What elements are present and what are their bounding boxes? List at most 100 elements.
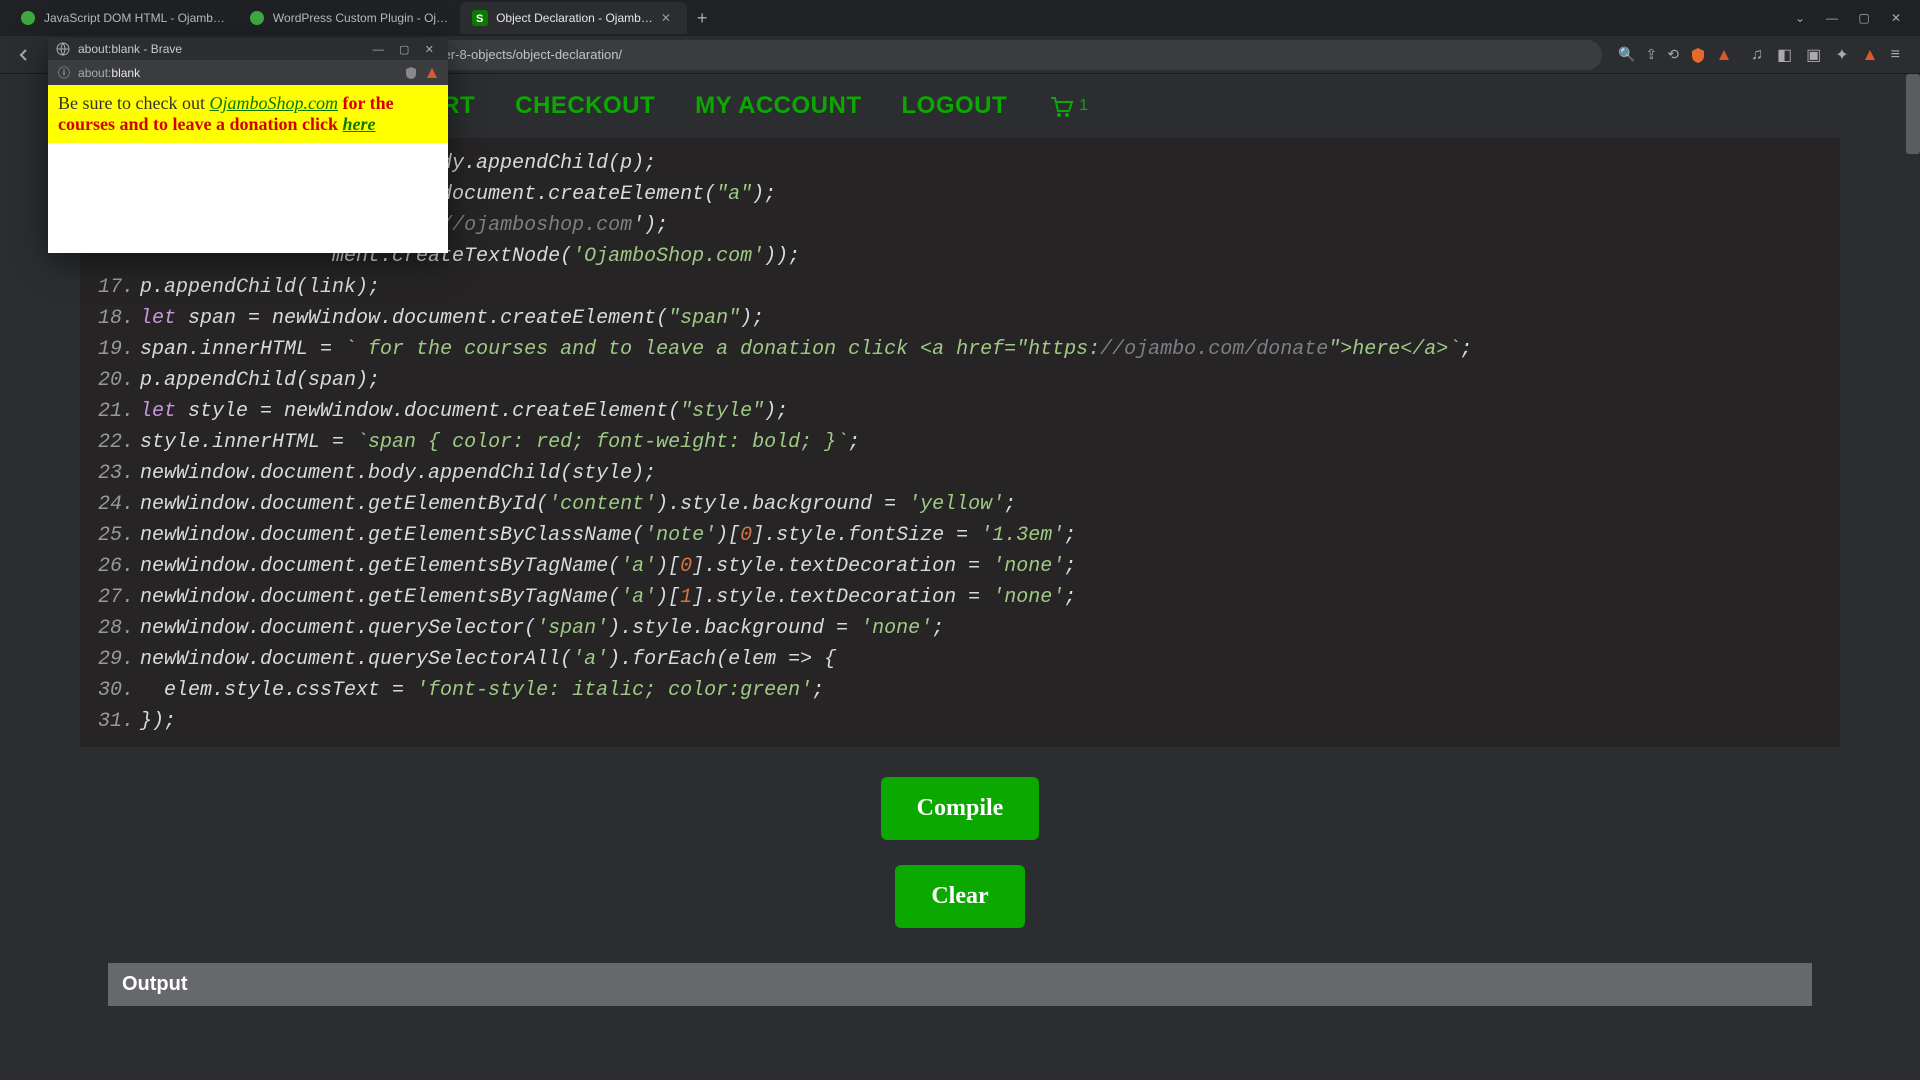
new-tab-button[interactable]: + (687, 8, 718, 29)
browser-tab[interactable]: JavaScript DOM HTML - Ojamb… (8, 2, 237, 34)
code-line: 20.p.appendChild(span); (80, 365, 1840, 396)
code-line: 17.p.appendChild(link); (80, 272, 1840, 303)
line-number: 21. (90, 396, 140, 427)
menu-icon[interactable]: ≡ (1891, 46, 1900, 64)
url-tool-icons: 🔍 ⇪ ⟲ (1610, 46, 1739, 64)
sidebar-icon[interactable]: ◧ (1777, 45, 1792, 65)
button-row: Clear (0, 855, 1920, 943)
popup-window-controls: ― ▢ ✕ (367, 42, 440, 56)
code-line: 22.style.innerHTML = `span { color: red;… (80, 427, 1840, 458)
line-number: 19. (90, 334, 140, 365)
globe-icon (56, 42, 70, 56)
code-text: span.innerHTML = ` for the courses and t… (140, 334, 1472, 365)
code-line: 24.newWindow.document.getElementById('co… (80, 489, 1840, 520)
line-number: 17. (90, 272, 140, 303)
nav-logout[interactable]: LOGOUT (902, 92, 1008, 120)
popup-title: about:blank - Brave (78, 42, 182, 56)
code-line: 28.newWindow.document.querySelector('spa… (80, 613, 1840, 644)
code-text: newWindow.document.getElementsByTagName(… (140, 551, 1076, 582)
shield-icon[interactable] (1689, 46, 1707, 64)
cart-icon[interactable]: 1 (1047, 93, 1088, 119)
code-line: 21.let style = newWindow.document.create… (80, 396, 1840, 427)
code-text: p.appendChild(span); (140, 365, 380, 396)
popup-window: about:blank - Brave ― ▢ ✕ ⓘ about:blank … (48, 38, 448, 253)
line-number: 29. (90, 644, 140, 675)
code-text: newWindow.document.getElementsByClassNam… (140, 520, 1076, 551)
code-line: 23.newWindow.document.body.appendChild(s… (80, 458, 1840, 489)
code-text: p.appendChild(link); (140, 272, 380, 303)
code-line: 25.newWindow.document.getElementsByClass… (80, 520, 1840, 551)
code-line: 30. elem.style.cssText = 'font-style: it… (80, 675, 1840, 706)
code-text: let span = newWindow.document.createElem… (140, 303, 764, 334)
code-text: let style = newWindow.document.createEle… (140, 396, 788, 427)
code-line: 31.}); (80, 706, 1840, 737)
tab-label: Object Declaration - Ojamb… (496, 11, 653, 25)
nav-checkout[interactable]: CHECKOUT (515, 92, 655, 120)
popup-note-prefix: Be sure to check out (58, 93, 209, 113)
line-number: 24. (90, 489, 140, 520)
output-label: Output (122, 973, 188, 995)
browser-tab-strip: JavaScript DOM HTML - Ojamb… WordPress C… (0, 0, 1920, 36)
code-text: newWindow.document.getElementsByTagName(… (140, 582, 1076, 613)
code-text: newWindow.document.querySelectorAll('a')… (140, 644, 836, 675)
line-number: 18. (90, 303, 140, 334)
browser-right-icons: ♫ ◧ ▣ ✦ ≡ (1739, 45, 1912, 65)
code-line: 19.span.innerHTML = ` for the courses an… (80, 334, 1840, 365)
popup-content: Be sure to check out OjamboShop.com for … (48, 85, 448, 143)
code-line: 18.let span = newWindow.document.createE… (80, 303, 1840, 334)
line-number: 20. (90, 365, 140, 396)
cart-count: 1 (1079, 97, 1088, 115)
svg-text:S: S (476, 13, 483, 25)
share-icon[interactable]: ⇪ (1646, 46, 1658, 63)
info-icon[interactable]: ⓘ (58, 64, 70, 81)
vertical-scrollbar[interactable] (1906, 74, 1920, 1080)
scrollbar-thumb[interactable] (1906, 74, 1920, 154)
nav-account[interactable]: MY ACCOUNT (695, 92, 861, 120)
code-text: style.innerHTML = `span { color: red; fo… (140, 427, 860, 458)
back-icon[interactable] (8, 47, 40, 63)
line-number: 25. (90, 520, 140, 551)
code-text: newWindow.document.body.appendChild(styl… (140, 458, 656, 489)
favicon-icon: S (472, 10, 488, 26)
code-text: newWindow.document.getElementById('conte… (140, 489, 1016, 520)
line-number: 30. (90, 675, 140, 706)
brave-icon[interactable] (1717, 48, 1731, 62)
line-number: 28. (90, 613, 140, 644)
rss-icon[interactable]: ⟲ (1667, 46, 1679, 63)
code-text: newWindow.document.querySelector('span')… (140, 613, 944, 644)
line-number: 27. (90, 582, 140, 613)
maximize-icon[interactable]: ▢ (393, 44, 415, 56)
brave-icon[interactable] (1863, 48, 1877, 62)
clear-button[interactable]: Clear (895, 865, 1024, 928)
button-row: Compile (0, 747, 1920, 855)
popup-link-here[interactable]: here (343, 114, 376, 134)
code-line: 29.newWindow.document.querySelectorAll('… (80, 644, 1840, 675)
shield-icon[interactable] (404, 66, 418, 80)
tab-label: WordPress Custom Plugin - Oj… (273, 11, 448, 25)
line-number: 31. (90, 706, 140, 737)
close-icon[interactable]: ✕ (661, 11, 675, 25)
output-header: Output (108, 963, 1812, 1006)
line-number: 23. (90, 458, 140, 489)
wallet-icon[interactable]: ▣ (1806, 45, 1821, 65)
favicon-icon (20, 10, 36, 26)
tab-label: JavaScript DOM HTML - Ojamb… (44, 11, 225, 25)
code-text: elem.style.cssText = 'font-style: italic… (140, 675, 824, 706)
browser-tab[interactable]: WordPress Custom Plugin - Oj… (237, 2, 460, 34)
popup-link-shop[interactable]: OjamboShop.com (209, 93, 338, 113)
brave-icon[interactable] (426, 67, 438, 79)
zoom-icon[interactable]: 🔍 (1618, 46, 1635, 63)
window-controls: ⌄ ― ▢ ✕ (1786, 11, 1920, 25)
minimize-icon[interactable]: ― (367, 44, 390, 56)
minimize-icon[interactable]: ― (1818, 11, 1846, 25)
popup-titlebar[interactable]: about:blank - Brave ― ▢ ✕ (48, 38, 448, 60)
close-icon[interactable]: ✕ (1882, 11, 1910, 25)
compile-button[interactable]: Compile (881, 777, 1040, 840)
browser-tab-active[interactable]: S Object Declaration - Ojamb… ✕ (460, 2, 687, 34)
sparkle-icon[interactable]: ✦ (1835, 45, 1848, 65)
dropdown-icon[interactable]: ⌄ (1786, 11, 1814, 25)
maximize-icon[interactable]: ▢ (1850, 11, 1878, 25)
popup-address-bar[interactable]: ⓘ about:blank (48, 60, 448, 85)
close-icon[interactable]: ✕ (419, 44, 440, 56)
music-icon[interactable]: ♫ (1751, 46, 1763, 64)
